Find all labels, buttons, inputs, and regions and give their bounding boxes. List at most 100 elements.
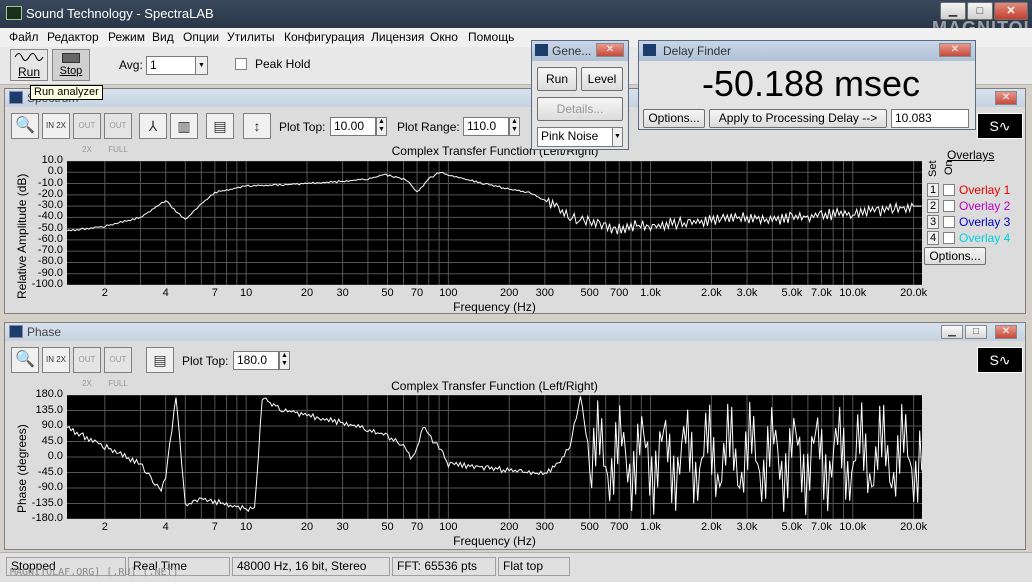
phase-plot-top-label: Plot Top:	[182, 354, 229, 368]
menu-edit[interactable]: Редактор	[47, 30, 99, 44]
phase-x-tick-label: 30	[336, 521, 349, 533]
phase-y-tick-label: 45.0	[41, 434, 63, 447]
avg-dropdown-arrow-icon[interactable]: ▼	[195, 56, 208, 75]
spectrum-close-icon[interactable]: ✕	[995, 91, 1017, 105]
noise-type-dropdown-icon[interactable]: ▼	[612, 127, 623, 147]
watermark-text: MAGNITOLAF.ORG] [.RU] [.NET]	[10, 567, 179, 578]
overlay-on-checkbox[interactable]	[943, 200, 955, 212]
status-fft: FFT: 65536 pts	[392, 557, 496, 576]
menu-view[interactable]: Вид	[152, 30, 174, 44]
generator-title: Gene...	[552, 44, 592, 58]
phase-x-tick-label: 100	[439, 521, 458, 533]
generator-close-icon[interactable]: ✕	[596, 43, 624, 57]
phase-title: Phase	[27, 325, 62, 339]
title-bar: Sound Technology - SpectraLAB MAGNITOLA …	[0, 0, 1032, 38]
phase-plot-top-spinner-icon[interactable]: ▲ ▼	[279, 351, 290, 370]
phase-zoom-out-full-icon[interactable]: OUT FULL	[104, 347, 132, 388]
delay-finder-close-icon[interactable]: ✕	[939, 43, 971, 57]
close-icon[interactable]: ✕	[994, 2, 1028, 20]
bar-plot-icon[interactable]: ▥	[170, 113, 198, 139]
zoom-out-full-icon[interactable]: OUT FULL	[104, 113, 132, 154]
phase-table-icon[interactable]: ▤	[146, 347, 174, 373]
phase-x-tick-label: 10.0k	[839, 521, 867, 533]
spectrum-x-tick-label: 30	[336, 287, 349, 299]
overlays-set-label: Set	[927, 160, 939, 177]
overlay-on-checkbox[interactable]	[943, 232, 955, 244]
overlay-on-checkbox[interactable]	[943, 184, 955, 196]
spectrum-window-icon	[9, 91, 23, 104]
line-plot-icon[interactable]: ⅄	[139, 113, 167, 139]
plot-top-input[interactable]: 10.00	[330, 117, 376, 136]
spectrum-x-tick-label: 1.0k	[640, 287, 661, 299]
generator-window: Gene... ✕ Run Level Details... Pink Nois…	[531, 40, 629, 150]
graph-type-icon[interactable]: S∿	[977, 113, 1023, 139]
phase-x-tick-label: 10	[240, 521, 253, 533]
phase-zoom-icon[interactable]: 🔍	[11, 347, 39, 373]
overlays-on-label: On	[943, 160, 955, 175]
phase-zoom-in-2x-icon[interactable]: IN 2X	[42, 347, 70, 373]
generator-level-button[interactable]: Level	[581, 67, 623, 91]
delay-options-button[interactable]: Options...	[643, 109, 705, 128]
menu-utilities[interactable]: Утилиты	[227, 30, 275, 44]
spectrum-x-tick-label: 20.0k	[900, 287, 928, 299]
delay-finder-title-bar: Delay Finder ✕	[639, 41, 975, 61]
plot-range-input[interactable]: 110.0	[463, 117, 509, 136]
spectrum-y-tick-label: -100.0	[31, 278, 63, 290]
menu-license[interactable]: Лицензия	[371, 30, 424, 44]
run-button[interactable]: Run	[10, 49, 48, 81]
peak-hold-checkbox[interactable]	[235, 58, 247, 70]
plot-range-spinner-icon[interactable]: ▲ ▼	[509, 117, 520, 136]
menu-window[interactable]: Окно	[430, 30, 458, 44]
avg-select[interactable]: 1	[146, 56, 198, 75]
zoom-icon[interactable]: 🔍	[11, 113, 39, 139]
spectrum-plot-svg	[66, 160, 922, 286]
menu-help[interactable]: Помощь	[468, 30, 514, 44]
maximize-icon[interactable]: □	[967, 2, 993, 20]
apply-processing-delay-button[interactable]: Apply to Processing Delay -->	[709, 109, 887, 128]
stop-button[interactable]: Stop	[52, 49, 90, 81]
phase-plot-top-input[interactable]: 180.0	[233, 351, 279, 370]
generator-details-button[interactable]: Details...	[537, 97, 623, 121]
zoom-out-2x-icon[interactable]: OUT 2X	[73, 113, 101, 154]
menu-options[interactable]: Опции	[183, 30, 219, 44]
phase-minimize-icon[interactable]: ▁	[941, 325, 963, 339]
spectrum-x-tick-label: 20	[300, 287, 314, 299]
menu-mode[interactable]: Режим	[108, 30, 145, 44]
overlay-set-button[interactable]: 1	[927, 183, 939, 197]
minimize-icon[interactable]: ▁	[940, 2, 966, 20]
zoom-in-2x-icon[interactable]: IN 2X	[42, 113, 70, 139]
overlay-label: Overlay 4	[959, 231, 1011, 245]
spectrum-x-tick-label: 4	[162, 287, 169, 299]
phase-close-icon[interactable]: ✕	[995, 325, 1017, 339]
overlay-set-button[interactable]: 3	[927, 215, 939, 229]
phase-maximize-icon[interactable]: □	[965, 325, 987, 339]
delay-finder-icon	[643, 44, 656, 56]
phase-y-tick-label: 180.0	[35, 388, 63, 400]
noise-type-select[interactable]: Pink Noise	[537, 127, 619, 147]
overlay-set-button[interactable]: 2	[927, 199, 939, 213]
menu-file[interactable]: Файл	[9, 30, 39, 44]
phase-x-tick-label: 4	[162, 521, 169, 533]
phase-chart-title: Complex Transfer Function (Left/Right)	[391, 379, 598, 393]
spectrum-series-line	[66, 172, 922, 235]
app-icon	[6, 6, 22, 20]
phase-title-bar: Phase ▁ □ ✕	[5, 323, 1025, 341]
app-title: Sound Technology - SpectraLAB	[26, 6, 214, 21]
range-icon[interactable]: ↕	[243, 113, 271, 139]
table-icon[interactable]: ▤	[206, 113, 234, 139]
generator-run-button[interactable]: Run	[537, 67, 577, 91]
spectrum-x-tick-label: 10	[240, 287, 253, 299]
overlays-options-button[interactable]: Options...	[924, 247, 986, 265]
phase-plot-area	[66, 394, 923, 520]
phase-graph-type-icon[interactable]: S∿	[977, 347, 1023, 373]
phase-series-line	[66, 396, 923, 516]
apply-delay-input[interactable]: 10.083	[891, 109, 969, 128]
plot-top-spinner-icon[interactable]: ▲ ▼	[376, 117, 387, 136]
menu-config[interactable]: Конфигурация	[284, 30, 365, 44]
phase-y-tick-label: -90.0	[37, 481, 63, 493]
overlay-set-button[interactable]: 4	[927, 231, 939, 245]
overlay-on-checkbox[interactable]	[943, 216, 955, 228]
spectrum-y-tick-label: -70.0	[37, 244, 63, 257]
spectrum-chart-title: Complex Transfer Function (Left/Right)	[391, 144, 599, 158]
phase-zoom-out-2x-icon[interactable]: OUT 2X	[73, 347, 101, 388]
